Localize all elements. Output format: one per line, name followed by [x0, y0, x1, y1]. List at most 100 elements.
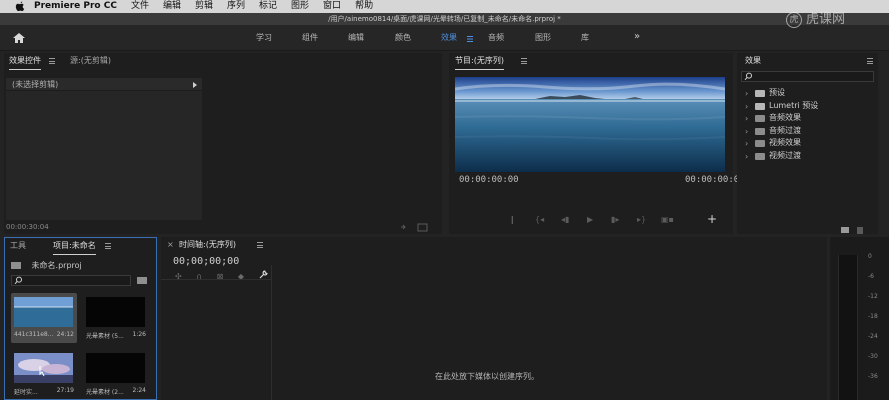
trash-icon [857, 227, 863, 234]
effects-menu-icon[interactable] [867, 58, 873, 64]
export-frame-icon[interactable] [400, 223, 430, 234]
tab-timeline[interactable]: 时间轴:(无序列) [179, 237, 236, 253]
menu-help[interactable]: 帮助 [355, 0, 373, 13]
meter-tick: -6 [868, 273, 874, 280]
thumbnail-image [14, 297, 73, 327]
folder-icon [755, 127, 765, 135]
effects-item-lumetri-presets[interactable]: › Lumetri 预设 [743, 100, 873, 113]
mac-menu-bar: Premiere Pro CC 文件 编辑 剪辑 序列 标记 图形 窗口 帮助 [0, 0, 889, 13]
tab-source[interactable]: 源:(无剪辑) [70, 53, 111, 69]
workspace-tab-audio[interactable]: 音频 [488, 33, 504, 43]
menu-clip[interactable]: 剪辑 [195, 0, 213, 13]
media-thumbnail[interactable]: 延时实... 27:19 [11, 349, 77, 399]
tab-effects[interactable]: 效果 [745, 53, 761, 69]
menu-graphics[interactable]: 图形 [291, 0, 309, 13]
menu-markers[interactable]: 标记 [259, 0, 277, 13]
audio-meter-panel: 0 -6 -12 -18 -24 -30 -36 [830, 237, 889, 400]
timeline-timecode[interactable]: 00;00;00;00 [173, 256, 239, 267]
workspace-more-button[interactable]: » [634, 31, 640, 43]
tab-project[interactable]: 项目:未命名 [53, 238, 96, 255]
project-search-input[interactable] [11, 275, 131, 286]
effects-item-presets[interactable]: › 预设 [743, 87, 873, 100]
effects-item-audio-effects[interactable]: › 音频效果 [743, 112, 873, 125]
play-icon[interactable]: ▶ [587, 215, 593, 224]
effects-item-label: 视频过渡 [769, 150, 801, 160]
effect-controls-timecode: 00:00:30:04 [6, 223, 49, 231]
program-timecode-current[interactable]: 00:00:00:00 [459, 175, 519, 185]
workspace-menu-icon[interactable] [467, 35, 473, 42]
effects-item-video-transitions[interactable]: › 视频过渡 [743, 150, 873, 163]
folder-icon [755, 115, 765, 122]
effects-item-label: 视频效果 [769, 138, 801, 147]
tab-tools[interactable]: 工具 [10, 238, 26, 254]
add-marker-icon[interactable]: ❙ [509, 215, 516, 224]
timeline-track-divider[interactable] [271, 265, 272, 400]
menu-window[interactable]: 窗口 [323, 0, 341, 13]
program-timecode-duration: 00:00:00:00 [685, 175, 745, 185]
window-title: /用户/ainemo0814/桌面/虎课网/光晕转场/已复制_未命名/未命名.p… [0, 13, 889, 25]
media-thumbnail[interactable]: 441c311e8... 24:12 [11, 293, 77, 343]
effect-controls-menu-icon[interactable] [49, 58, 55, 64]
workspace-tab-color[interactable]: 颜色 [395, 33, 411, 43]
timeline-menu-icon[interactable] [257, 242, 263, 248]
media-thumbnail[interactable]: 光晕素材 (2... 2:24 [83, 349, 149, 399]
workspace-bar: 学习 组件 编辑 颜色 效果 音频 图形 库 » [0, 25, 889, 51]
mark-in-icon[interactable]: {◂ [535, 215, 544, 224]
effects-search-input[interactable] [741, 71, 874, 82]
no-clip-row[interactable]: (未选择剪辑) [6, 78, 202, 91]
project-panel: 工具 项目:未命名 未命名.prproj 441c311e8... 24:12 … [4, 237, 157, 400]
workspace-tab-learn[interactable]: 学习 [256, 33, 272, 43]
effects-item-label: 音频过渡 [769, 125, 801, 135]
meter-tick: -18 [868, 313, 878, 320]
folder-icon [11, 262, 21, 269]
workspace-tab-libraries[interactable]: 库 [581, 33, 589, 43]
step-back-icon[interactable]: ◂▮ [561, 215, 569, 224]
menu-edit[interactable]: 编辑 [163, 0, 181, 13]
timeline-drop-hint: 在此处放下媒体以创建序列。 [435, 372, 539, 381]
workspace-tab-graphics[interactable]: 图形 [535, 33, 551, 43]
transport-controls: ❙ {◂ ◂▮ ▶ ▮▸ ▸} ▣▪ [505, 215, 715, 227]
tab-program[interactable]: 节目:(无序列) [455, 53, 504, 70]
meter-tick: 0 [868, 253, 872, 260]
workspace-tab-editing[interactable]: 编辑 [348, 33, 364, 43]
project-file-name: 未命名.prproj [31, 261, 82, 270]
meter-tick: -36 [868, 373, 878, 380]
timeline-panel: × 时间轴:(无序列) 00;00;00;00 ✣ ∩ ⊠ ◆ 在此处放下媒体以… [161, 237, 827, 400]
home-icon[interactable] [12, 32, 26, 44]
media-duration: 24:12 [56, 331, 74, 338]
media-thumbnail[interactable]: 光晕素材 (5... 1:26 [83, 293, 149, 343]
program-monitor-panel: 节目:(无序列) 00:00:00:00 00:00:00:00 ❙ {◂ ◂▮… [449, 53, 745, 234]
watermark-text: 虎课网 [806, 12, 846, 27]
app-menu[interactable]: Premiere Pro CC [34, 0, 117, 13]
new-bin-icon[interactable] [137, 277, 147, 284]
program-menu-icon[interactable] [521, 58, 527, 64]
effects-item-video-effects[interactable]: › 视频效果 [743, 137, 873, 150]
folder-icon [755, 152, 765, 160]
workspace-tab-assembly[interactable]: 组件 [302, 33, 318, 43]
no-clip-label: (未选择剪辑) [12, 80, 59, 89]
meter-tick: -12 [868, 293, 878, 300]
program-viewer[interactable] [455, 77, 725, 172]
effect-controls-content: (未选择剪辑) [6, 78, 202, 220]
menu-sequence[interactable]: 序列 [227, 0, 245, 13]
apple-icon[interactable] [14, 1, 26, 13]
mark-out-icon[interactable]: ▸} [637, 215, 646, 224]
project-menu-icon[interactable] [105, 243, 111, 249]
thumbnail-image [86, 297, 145, 327]
export-frame-icon-program[interactable]: ▣▪ [661, 215, 674, 224]
effects-header: 效果 [737, 53, 878, 69]
close-icon[interactable]: × [167, 237, 174, 253]
media-duration: 1:26 [132, 331, 146, 338]
chevron-right-icon[interactable]: › [745, 151, 748, 164]
effect-controls-header: 效果控件 源:(无剪辑) [4, 53, 442, 70]
workspace-tab-effects[interactable]: 效果 [441, 33, 457, 43]
folder-icon [755, 140, 765, 147]
search-icon [744, 72, 752, 81]
effects-bottom-bar [839, 219, 869, 234]
expand-triangle-icon[interactable] [193, 82, 197, 88]
menu-file[interactable]: 文件 [131, 0, 149, 13]
tab-effect-controls[interactable]: 效果控件 [9, 53, 41, 70]
step-forward-icon[interactable]: ▮▸ [611, 215, 619, 224]
effects-item-audio-transitions[interactable]: › 音频过渡 [743, 125, 873, 138]
button-editor-button[interactable]: + [707, 213, 717, 225]
